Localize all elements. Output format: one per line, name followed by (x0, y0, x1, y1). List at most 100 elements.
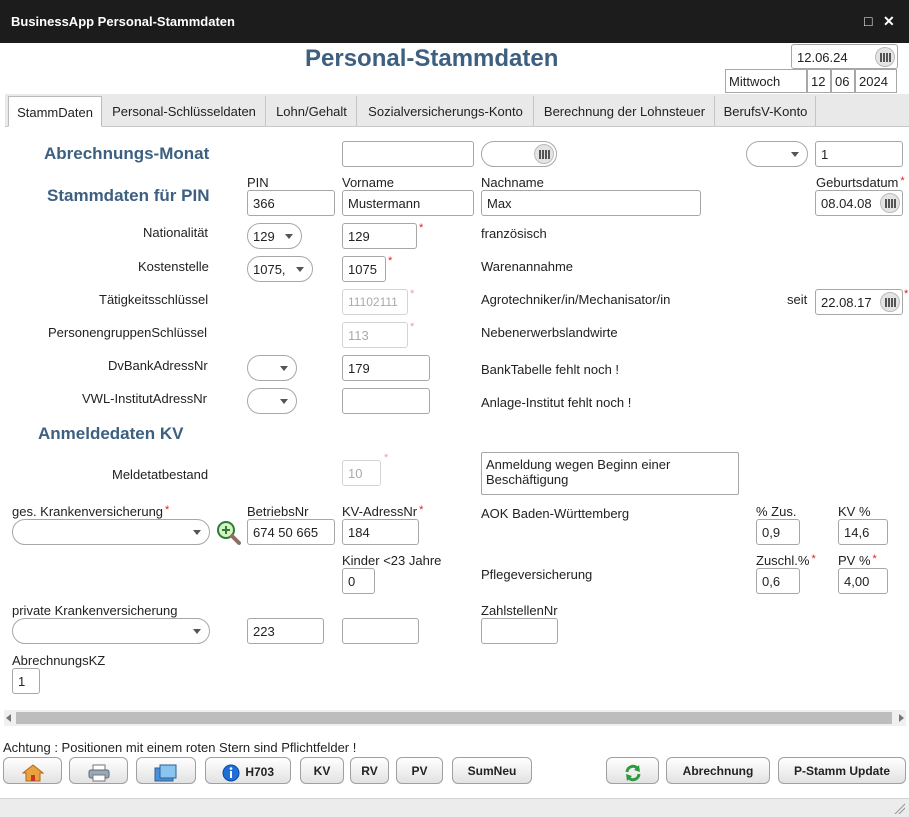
dvbank-select[interactable] (247, 355, 297, 381)
tab-lohn-gehalt[interactable]: Lohn/Gehalt (267, 96, 357, 126)
ges-kv-select[interactable] (12, 519, 210, 545)
abrechnungskz-label: AbrechnungsKZ (12, 653, 106, 668)
dvbank-label: DvBankAdressNr (108, 358, 208, 373)
private-kv-nr-input[interactable]: 223 (247, 618, 324, 644)
h703-button[interactable]: H703 (205, 757, 291, 784)
maximize-icon[interactable]: □ (864, 13, 872, 29)
scroll-right-icon[interactable] (899, 714, 904, 722)
tab-sozialversicherungs-konto[interactable]: Sozialversicherungs-Konto (358, 96, 534, 126)
pv-button[interactable]: PV (396, 757, 443, 784)
calendar-icon[interactable] (534, 144, 554, 164)
zuschl-label: Zuschl.% * (756, 553, 816, 568)
betriebsnr-input[interactable]: 674 50 665 (247, 519, 335, 545)
seit-value: 22.08.17 (821, 295, 872, 310)
personengruppe-code-input[interactable]: 113 (342, 322, 408, 348)
ges-kv-label: ges. Krankenversicherung * (12, 504, 170, 519)
calendar-icon[interactable] (875, 47, 895, 67)
tab-personal-schluesseldaten[interactable]: Personal-Schlüsseldaten (103, 96, 266, 126)
geburtsdatum-label-text: Geburtsdatum (816, 175, 899, 190)
abrechnungskz-input[interactable]: 1 (12, 668, 40, 694)
required-star: * (419, 222, 424, 234)
anmeldedaten-heading: Anmeldedaten KV (38, 424, 184, 443)
kinder-input[interactable]: 0 (342, 568, 375, 594)
taetigkeit-text: Agrotechniker/in/Mechanisator/in (481, 292, 671, 307)
abrechnung-button[interactable]: Abrechnung (666, 757, 770, 784)
nachname-input[interactable]: Max (481, 190, 701, 216)
abrechnungs-monat-heading: Abrechnungs-Monat (44, 144, 210, 163)
h703-button-label: H703 (245, 765, 275, 780)
kv-pct-input[interactable]: 14,6 (838, 519, 888, 545)
tab-berechnung-lohnsteuer[interactable]: Berechnung der Lohnsteuer (535, 96, 715, 126)
geburtsdatum-input[interactable]: 08.04.08 (815, 190, 903, 216)
vorname-label: Vorname (342, 175, 395, 190)
tab-berufsv-konto[interactable]: BerufsV-Konto (716, 96, 816, 126)
refresh-icon (625, 764, 640, 782)
horizontal-scrollbar[interactable] (4, 710, 906, 726)
scroll-left-icon[interactable] (6, 714, 11, 722)
required-star: * (410, 321, 415, 333)
nationalitaet-code-input[interactable]: 129 (342, 223, 417, 249)
status-bar (0, 798, 909, 817)
required-star: * (384, 452, 389, 464)
required-star: * (388, 255, 393, 267)
kinder-label: Kinder <23 Jahre (342, 553, 442, 568)
zahlstellen-input[interactable] (481, 618, 558, 644)
scrollbar-thumb[interactable] (16, 712, 892, 724)
dvbank-code-input[interactable]: 179 (342, 355, 430, 381)
zus-label: % Zus. (756, 504, 797, 519)
meldetat-label: Meldetatbestand (112, 467, 209, 482)
kv-adress-label-text: KV-AdressNr (342, 504, 418, 519)
abrechnungs-monat-date[interactable] (481, 141, 557, 167)
pflege-label: Pflegeversicherung (481, 567, 593, 582)
seit-date-input[interactable]: 22.08.17 (815, 289, 903, 315)
rv-button[interactable]: RV (350, 757, 389, 784)
current-date-field[interactable]: 12.06.24 (791, 44, 898, 69)
tab-stammdaten[interactable]: StammDaten (8, 96, 102, 127)
chevron-down-icon (193, 530, 201, 535)
pin-input[interactable]: 366 (247, 190, 335, 216)
nationalitaet-select[interactable]: 129 (247, 223, 302, 249)
day-box: 12 (807, 69, 831, 93)
kostenstelle-code-input[interactable]: 1075 (342, 256, 386, 282)
abrechnungs-monat-counter[interactable]: 1 (815, 141, 903, 167)
abrechnungs-monat-input[interactable] (342, 141, 474, 167)
private-kv-extra-input[interactable] (342, 618, 419, 644)
ges-kv-label-text: ges. Krankenversicherung (12, 504, 164, 519)
kostenstelle-select-value: 1075, (253, 262, 286, 277)
home-icon (21, 764, 44, 782)
zahlstellen-label: ZahlstellenNr (481, 603, 558, 618)
zoom-search-icon[interactable] (216, 520, 242, 546)
kv-adress-input[interactable]: 184 (342, 519, 419, 545)
tab-bar: StammDaten Personal-Schlüsseldaten Lohn/… (5, 94, 909, 127)
resize-grip-icon[interactable] (893, 802, 905, 814)
info-icon (222, 764, 240, 782)
zus-input[interactable]: 0,9 (756, 519, 800, 545)
personengruppe-label: PersonengruppenSchlüssel (48, 325, 207, 340)
vwl-code-input[interactable] (342, 388, 430, 414)
abrechnungs-monat-select[interactable] (746, 141, 808, 167)
pv-input[interactable]: 4,00 (838, 568, 888, 594)
p-stamm-update-button[interactable]: P-Stamm Update (778, 757, 906, 784)
calendar-icon[interactable] (880, 292, 900, 312)
meldetat-code-input[interactable]: 10 (342, 460, 381, 486)
sumneu-button[interactable]: SumNeu (452, 757, 532, 784)
vorname-input[interactable]: Mustermann (342, 190, 474, 216)
kv-name-text: AOK Baden-Württemberg (481, 506, 630, 521)
betriebsnr-label: BetriebsNr (247, 504, 309, 519)
nationalitaet-label: Nationalität (143, 225, 209, 240)
kostenstelle-select[interactable]: 1075, (247, 256, 313, 282)
private-kv-select[interactable] (12, 618, 210, 644)
folder-button[interactable] (136, 757, 196, 784)
calendar-icon[interactable] (880, 193, 900, 213)
meldetat-text-area[interactable]: Anmeldung wegen Beginn einer Beschäftigu… (481, 452, 739, 495)
close-icon[interactable]: ✕ (883, 13, 895, 30)
print-button[interactable] (69, 757, 128, 784)
kv-button[interactable]: KV (300, 757, 344, 784)
taetigkeit-code-input[interactable]: 11102111 (342, 289, 408, 315)
year-box: 2024 (855, 69, 897, 93)
month-box: 06 (831, 69, 855, 93)
refresh-button[interactable] (606, 757, 659, 784)
vwl-select[interactable] (247, 388, 297, 414)
home-button[interactable] (3, 757, 62, 784)
zuschl-input[interactable]: 0,6 (756, 568, 800, 594)
